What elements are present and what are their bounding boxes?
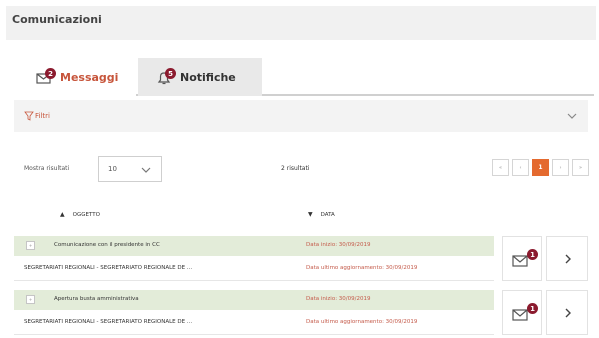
- table-header: ▲ OGGETTO ▼ DATA: [14, 206, 588, 226]
- column-oggetto[interactable]: ▲ OGGETTO: [60, 211, 100, 218]
- filter-icon: [24, 111, 34, 121]
- show-results-label: Mostra risultati: [24, 165, 70, 172]
- message-envelope-button[interactable]: 1: [502, 290, 542, 335]
- column-data-label: DATA: [320, 211, 335, 218]
- tab-notifiche-label: Notifiche: [180, 70, 236, 84]
- page-size-select[interactable]: 10: [98, 156, 162, 182]
- table-row[interactable]: + Comunicazione con il presidente in CC …: [14, 236, 588, 282]
- message-badge: 1: [527, 249, 538, 260]
- message-subject: Comunicazione con il presidente in CC: [54, 242, 160, 248]
- message-date-start: Data inizio: 30/09/2019: [306, 242, 371, 248]
- filter-toggle[interactable]: Filtri: [14, 100, 588, 132]
- message-sender: SEGRETARIATI REGIONALI - SEGRETARIATO RE…: [24, 319, 193, 325]
- message-subject: Apertura busta amministrativa: [54, 296, 139, 302]
- tab-messaggi[interactable]: 2 Messaggi: [18, 58, 136, 98]
- envelope-icon: 2: [36, 68, 56, 84]
- filter-label: Filtri: [35, 112, 50, 120]
- sort-asc-icon: ▲: [60, 211, 65, 218]
- results-count: 2 risultati: [281, 165, 310, 172]
- column-oggetto-label: OGGETTO: [72, 211, 100, 218]
- open-message-button[interactable]: [546, 290, 588, 335]
- notifiche-badge: 5: [165, 68, 176, 79]
- last-page-button[interactable]: »: [572, 159, 589, 176]
- row-summary: + Apertura busta amministrativa Data ini…: [14, 290, 494, 310]
- chevron-down-icon: [567, 113, 577, 119]
- message-date-updated: Data ultimo aggiornamento: 30/09/2019: [306, 265, 418, 271]
- tab-messaggi-label: Messaggi: [60, 70, 119, 84]
- chevron-down-icon: [141, 167, 151, 173]
- row-expand-toggle[interactable]: +: [26, 295, 35, 304]
- results-toolbar: Mostra risultati 10 2 risultati « ‹ 1 › …: [14, 156, 589, 184]
- tabs-bar: 2 Messaggi 5 Notifiche: [18, 58, 594, 98]
- envelope-icon: [512, 255, 528, 267]
- sort-desc-icon: ▼: [308, 211, 313, 218]
- first-page-button[interactable]: «: [492, 159, 509, 176]
- message-envelope-button[interactable]: 1: [502, 236, 542, 281]
- table-row[interactable]: + Apertura busta amministrativa Data ini…: [14, 290, 588, 336]
- chevron-right-icon: [565, 308, 571, 318]
- row-summary: + Comunicazione con il presidente in CC …: [14, 236, 494, 256]
- panel-header: Comunicazioni: [6, 6, 596, 40]
- tab-notifiche[interactable]: 5 Notifiche: [138, 58, 262, 96]
- row-details: SEGRETARIATI REGIONALI - SEGRETARIATO RE…: [14, 311, 494, 335]
- row-details: SEGRETARIATI REGIONALI - SEGRETARIATO RE…: [14, 257, 494, 281]
- bell-icon: 5: [156, 68, 176, 85]
- page-size-value: 10: [108, 165, 117, 173]
- messaggi-badge: 2: [45, 68, 56, 79]
- next-page-button[interactable]: ›: [552, 159, 569, 176]
- panel-title: Comunicazioni: [12, 13, 102, 26]
- chevron-right-icon: [565, 254, 571, 264]
- envelope-icon: [512, 309, 528, 321]
- message-date-start: Data inizio: 30/09/2019: [306, 296, 371, 302]
- message-date-updated: Data ultimo aggiornamento: 30/09/2019: [306, 319, 418, 325]
- open-message-button[interactable]: [546, 236, 588, 281]
- message-badge: 1: [527, 303, 538, 314]
- message-sender: SEGRETARIATI REGIONALI - SEGRETARIATO RE…: [24, 265, 193, 271]
- current-page-button[interactable]: 1: [532, 159, 549, 176]
- row-expand-toggle[interactable]: +: [26, 241, 35, 250]
- column-data[interactable]: ▼ DATA: [308, 211, 335, 218]
- pagination: « ‹ 1 › »: [492, 159, 592, 176]
- prev-page-button[interactable]: ‹: [512, 159, 529, 176]
